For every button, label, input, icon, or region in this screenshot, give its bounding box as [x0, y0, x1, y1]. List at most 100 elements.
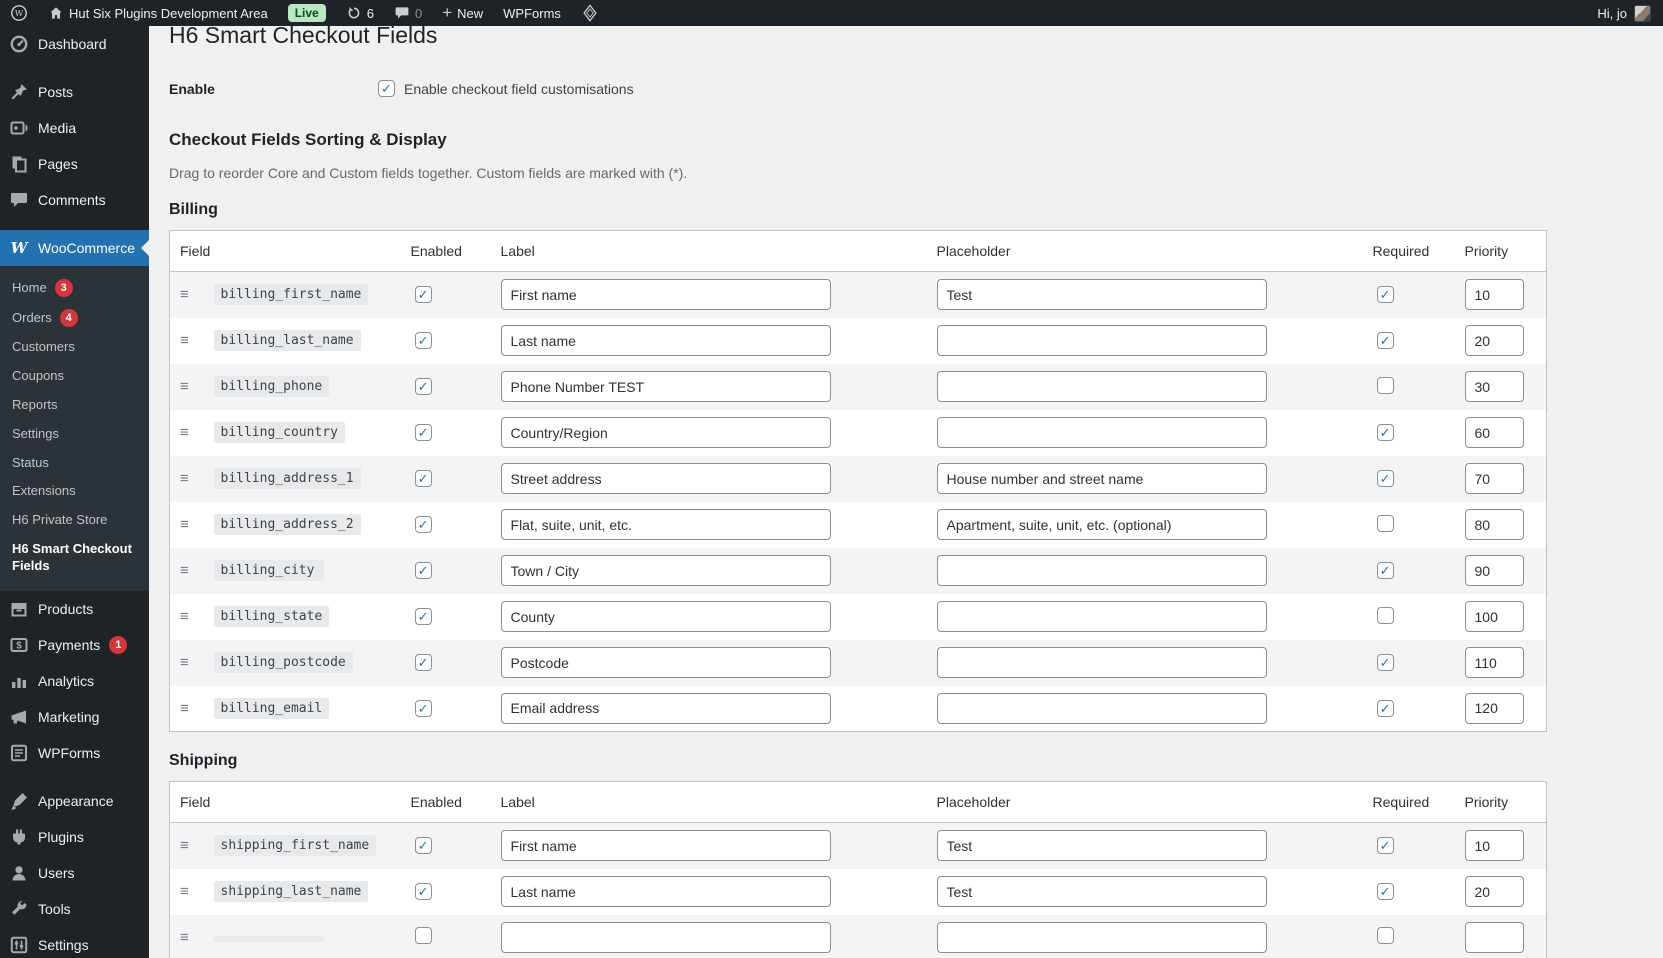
- enabled-checkbox[interactable]: ✓: [414, 470, 432, 487]
- submenu-item-orders[interactable]: Orders 4: [0, 303, 149, 333]
- avatar[interactable]: [1634, 4, 1651, 22]
- wpforms-adminbar-menu[interactable]: WPForms: [493, 0, 571, 26]
- placeholder-input[interactable]: [936, 601, 1267, 632]
- priority-input[interactable]: [1464, 509, 1524, 540]
- enabled-checkbox[interactable]: ✓: [414, 837, 432, 855]
- enabled-checkbox[interactable]: ✓: [414, 286, 432, 304]
- submenu-item-reports[interactable]: Reports: [0, 391, 149, 420]
- enabled-checkbox[interactable]: ✓: [414, 654, 432, 671]
- required-checkbox[interactable]: [1376, 927, 1394, 945]
- placeholder-input[interactable]: [936, 371, 1267, 402]
- priority-input[interactable]: [1464, 371, 1524, 402]
- label-input[interactable]: [500, 371, 831, 402]
- sidebar-item-media[interactable]: Media: [0, 110, 149, 146]
- priority-input[interactable]: [1464, 463, 1524, 494]
- drag-handle-icon[interactable]: ≡: [180, 378, 194, 395]
- enabled-checkbox[interactable]: ✓: [414, 424, 432, 441]
- drag-handle-icon[interactable]: ≡: [180, 883, 194, 900]
- drag-handle-icon[interactable]: ≡: [180, 929, 194, 946]
- placeholder-input[interactable]: [936, 692, 1267, 724]
- site-name-link[interactable]: Hut Six Plugins Development Area: [38, 0, 278, 26]
- sidebar-item-wpforms[interactable]: WPForms: [0, 735, 149, 771]
- sidebar-item-marketing[interactable]: Marketing: [0, 699, 149, 735]
- enabled-checkbox[interactable]: ✓: [414, 699, 432, 717]
- submenu-item-customers[interactable]: Customers: [0, 333, 149, 362]
- required-checkbox[interactable]: ✓: [1376, 424, 1394, 441]
- wordpress-menu[interactable]: W: [0, 0, 38, 26]
- drag-handle-icon[interactable]: ≡: [180, 837, 194, 854]
- priority-input[interactable]: [1464, 876, 1524, 907]
- enabled-checkbox[interactable]: [414, 927, 432, 945]
- required-checkbox[interactable]: ✓: [1376, 699, 1394, 717]
- label-input[interactable]: [500, 509, 831, 540]
- priority-input[interactable]: [1464, 279, 1524, 311]
- sidebar-item-payments[interactable]: $ Payments 1: [0, 627, 149, 663]
- required-checkbox[interactable]: ✓: [1376, 837, 1394, 855]
- new-content-menu[interactable]: + New: [432, 0, 493, 26]
- enabled-checkbox[interactable]: ✓: [414, 378, 432, 395]
- sidebar-item-dashboard[interactable]: Dashboard: [0, 26, 149, 62]
- placeholder-input[interactable]: [936, 876, 1267, 907]
- priority-input[interactable]: [1464, 830, 1524, 862]
- enabled-checkbox[interactable]: ✓: [414, 516, 432, 533]
- sidebar-item-products[interactable]: Products: [0, 591, 149, 627]
- priority-input[interactable]: [1464, 647, 1524, 678]
- sidebar-item-pages[interactable]: Pages: [0, 146, 149, 182]
- drag-handle-icon[interactable]: ≡: [180, 700, 194, 717]
- submenu-item-status[interactable]: Status: [0, 449, 149, 478]
- label-input[interactable]: [500, 463, 831, 494]
- label-input[interactable]: [500, 921, 831, 953]
- gem-plugin-menu[interactable]: [571, 0, 609, 26]
- sidebar-item-analytics[interactable]: Analytics: [0, 663, 149, 699]
- label-input[interactable]: [500, 555, 831, 586]
- enabled-checkbox[interactable]: ✓: [414, 608, 432, 625]
- drag-handle-icon[interactable]: ≡: [180, 562, 194, 579]
- priority-input[interactable]: [1464, 692, 1524, 724]
- comments-link[interactable]: 0: [384, 0, 432, 26]
- label-input[interactable]: [500, 830, 831, 862]
- priority-input[interactable]: [1464, 601, 1524, 632]
- label-input[interactable]: [500, 325, 831, 356]
- label-input[interactable]: [500, 601, 831, 632]
- account-greeting[interactable]: Hi, jo: [1597, 6, 1627, 21]
- sidebar-item-appearance[interactable]: Appearance: [0, 783, 149, 819]
- submenu-item-coupons[interactable]: Coupons: [0, 362, 149, 391]
- submenu-item-h6-smart-checkout-fields[interactable]: H6 Smart Checkout Fields: [0, 535, 149, 581]
- required-checkbox[interactable]: [1376, 606, 1394, 624]
- submenu-item-extensions[interactable]: Extensions: [0, 477, 149, 506]
- placeholder-input[interactable]: [936, 830, 1267, 862]
- required-checkbox[interactable]: ✓: [1376, 883, 1394, 900]
- required-checkbox[interactable]: ✓: [1376, 286, 1394, 304]
- placeholder-input[interactable]: [936, 509, 1267, 540]
- sidebar-item-tools[interactable]: Tools: [0, 891, 149, 927]
- drag-handle-icon[interactable]: ≡: [180, 424, 194, 441]
- placeholder-input[interactable]: [936, 325, 1267, 356]
- enabled-checkbox[interactable]: ✓: [414, 883, 432, 900]
- priority-input[interactable]: [1464, 417, 1524, 448]
- submenu-item-settings[interactable]: Settings: [0, 420, 149, 449]
- label-input[interactable]: [500, 876, 831, 907]
- required-checkbox[interactable]: [1376, 514, 1394, 532]
- sidebar-item-woocommerce[interactable]: W WooCommerce: [0, 230, 149, 266]
- sidebar-item-posts[interactable]: Posts: [0, 74, 149, 110]
- sidebar-item-settings[interactable]: Settings: [0, 927, 149, 958]
- placeholder-input[interactable]: [936, 463, 1267, 494]
- enabled-checkbox[interactable]: ✓: [414, 332, 432, 349]
- drag-handle-icon[interactable]: ≡: [180, 654, 194, 671]
- drag-handle-icon[interactable]: ≡: [180, 332, 194, 349]
- enable-checkbox[interactable]: ✓: [378, 80, 395, 97]
- submenu-item-h6-private-store[interactable]: H6 Private Store: [0, 506, 149, 535]
- placeholder-input[interactable]: [936, 921, 1267, 953]
- priority-input[interactable]: [1464, 325, 1524, 356]
- placeholder-input[interactable]: [936, 555, 1267, 586]
- updates-link[interactable]: 6: [336, 0, 384, 26]
- required-checkbox[interactable]: [1376, 376, 1394, 394]
- placeholder-input[interactable]: [936, 647, 1267, 678]
- label-input[interactable]: [500, 692, 831, 724]
- label-input[interactable]: [500, 417, 831, 448]
- required-checkbox[interactable]: ✓: [1376, 470, 1394, 487]
- sidebar-item-comments[interactable]: Comments: [0, 182, 149, 218]
- sidebar-item-users[interactable]: Users: [0, 855, 149, 891]
- drag-handle-icon[interactable]: ≡: [180, 516, 194, 533]
- placeholder-input[interactable]: [936, 417, 1267, 448]
